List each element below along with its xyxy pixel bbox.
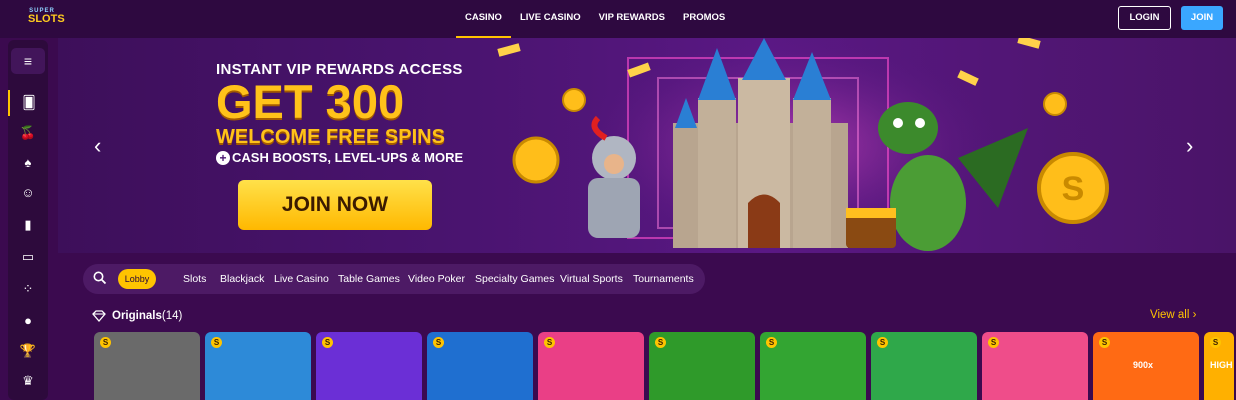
game-tile-high[interactable]: S HIGH (1204, 332, 1234, 400)
diamond-icon (92, 310, 106, 322)
coin-icon: S (877, 337, 888, 348)
spade-icon[interactable]: ♠ (8, 150, 48, 176)
game-tile-plinko[interactable]: S (427, 332, 533, 400)
plus-icon: + (216, 151, 230, 165)
category-tournaments[interactable]: Tournaments (633, 264, 694, 294)
game-tile-label: 900x (1133, 360, 1154, 370)
category-slots[interactable]: Slots (183, 264, 206, 294)
coin-icon: S (433, 337, 444, 348)
top-bar: SUPER SLOTS CASINO LIVE CASINO VIP REWAR… (0, 0, 1236, 38)
hamburger-menu-button[interactable]: ≡ (11, 48, 45, 74)
basketball-icon[interactable]: ● (8, 308, 48, 334)
originals-title: Originals (112, 310, 162, 322)
svg-text:S: S (1062, 170, 1085, 208)
category-specialty-games[interactable]: Specialty Games (475, 264, 554, 294)
hero-banner[interactable]: S ‹ › INSTANT VIP REWARDS ACCESS GET 300… (58, 38, 1236, 253)
cards-icon[interactable]: 🂠 (8, 90, 48, 116)
sidebar: ≡ 🂠 🍒 ♠ ☺ ▮ ▭ ⁘ ● 🏆 ♛ (8, 40, 48, 400)
hero-offer-subtitle: WELCOME FREE SPINS (216, 126, 445, 148)
game-tile-dice[interactable]: S (538, 332, 644, 400)
login-button[interactable]: LOGIN (1118, 6, 1171, 30)
coin-icon: S (988, 337, 999, 348)
laptop-icon[interactable]: ▭ (8, 244, 48, 270)
join-button[interactable]: JOIN (1181, 6, 1223, 30)
hero-next-arrow[interactable]: › (1186, 133, 1193, 159)
category-video-poker[interactable]: Video Poker (408, 264, 465, 294)
originals-header: Originals (14) (92, 308, 182, 324)
category-blackjack[interactable]: Blackjack (220, 264, 264, 294)
coin-icon: S (211, 337, 222, 348)
coin-icon: S (1210, 337, 1221, 348)
game-tile-label: HIGH (1210, 360, 1233, 370)
originals-count: (14) (161, 310, 183, 322)
main-nav: CASINO LIVE CASINO VIP REWARDS PROMOS (456, 0, 734, 38)
nav-vip-rewards[interactable]: VIP REWARDS (590, 0, 674, 38)
game-tile-blackjack[interactable]: S (94, 332, 200, 400)
game-tile-chicken[interactable]: S (316, 332, 422, 400)
dice-icon[interactable]: ⁘ (8, 276, 48, 302)
coin-icon: S (766, 337, 777, 348)
category-table-games[interactable]: Table Games (338, 264, 400, 294)
coin-icon: S (100, 337, 111, 348)
hero-prev-arrow[interactable]: ‹ (94, 133, 101, 159)
coin-icon: S (655, 337, 666, 348)
nav-live-casino[interactable]: LIVE CASINO (511, 0, 590, 38)
hero-extras-text: CASH BOOSTS, LEVEL-UPS & MORE (232, 150, 464, 165)
game-tile-keno[interactable]: S (760, 332, 866, 400)
trophy-icon[interactable]: 🏆 (8, 338, 48, 364)
cherries-icon[interactable]: 🍒 (8, 120, 48, 146)
hero-offer-title: GET 300 (216, 75, 405, 128)
game-tile-crash[interactable]: S 900x (1093, 332, 1199, 400)
coin-icon: S (1099, 337, 1110, 348)
chevron-right-icon: › (1192, 309, 1197, 321)
logo-line2: SLOTS (28, 13, 65, 25)
join-now-button[interactable]: JOIN NOW (238, 180, 432, 230)
category-bar: Lobby Slots Blackjack Live Casino Table … (83, 264, 705, 294)
category-live-casino[interactable]: Live Casino (274, 264, 329, 294)
category-lobby[interactable]: Lobby (118, 269, 156, 289)
game-tile-video-poker[interactable]: S (982, 332, 1088, 400)
coin-icon: S (544, 337, 555, 348)
coin-icon: S (322, 337, 333, 348)
view-all-link[interactable]: View all › (1150, 309, 1196, 321)
game-tile-mines[interactable]: S (205, 332, 311, 400)
view-all-label: View all (1150, 309, 1190, 321)
game-tile-roulette[interactable]: S (649, 332, 755, 400)
playing-cards-icon[interactable]: ▮ (8, 212, 48, 238)
nav-promos[interactable]: PROMOS (674, 0, 734, 38)
game-tile-hilo[interactable]: S (871, 332, 977, 400)
crown-icon[interactable]: ♛ (8, 368, 48, 394)
nav-casino[interactable]: CASINO (456, 0, 511, 38)
dealer-icon[interactable]: ☺ (8, 180, 48, 206)
search-icon[interactable] (93, 271, 107, 285)
hero-extras: + CASH BOOSTS, LEVEL-UPS & MORE (216, 150, 463, 165)
category-virtual-sports[interactable]: Virtual Sports (560, 264, 623, 294)
logo[interactable]: SUPER SLOTS (28, 8, 65, 30)
